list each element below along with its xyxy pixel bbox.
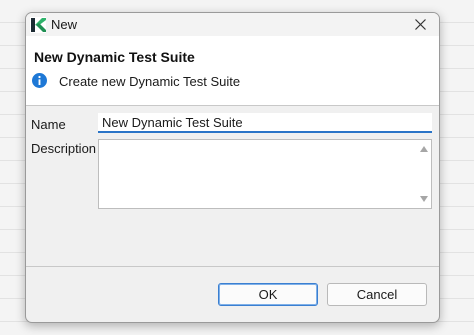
scroll-down-arrow-icon[interactable] [420, 196, 428, 202]
description-label: Description [31, 141, 97, 156]
dialog-heading: New Dynamic Test Suite [34, 49, 195, 65]
dialog-message: Create new Dynamic Test Suite [59, 74, 241, 89]
cancel-button[interactable]: Cancel [327, 283, 427, 306]
close-icon [414, 19, 426, 30]
name-label: Name [31, 117, 66, 132]
description-scrollbar[interactable] [417, 140, 431, 208]
footer-divider [26, 266, 439, 267]
description-box [98, 139, 432, 209]
dialog-header: New Dynamic Test Suite Create new Dynami… [26, 36, 439, 106]
scroll-up-arrow-icon[interactable] [420, 146, 428, 152]
new-dialog: New New Dynamic Test Suite Create new Dy… [25, 12, 440, 323]
description-field[interactable] [99, 140, 417, 208]
info-icon [32, 73, 47, 88]
window-title: New [51, 17, 78, 32]
name-field[interactable] [98, 113, 432, 133]
close-button[interactable] [407, 14, 433, 35]
katalon-k-icon [30, 17, 46, 33]
title-bar[interactable]: New [26, 13, 439, 36]
ok-button[interactable]: OK [218, 283, 318, 306]
